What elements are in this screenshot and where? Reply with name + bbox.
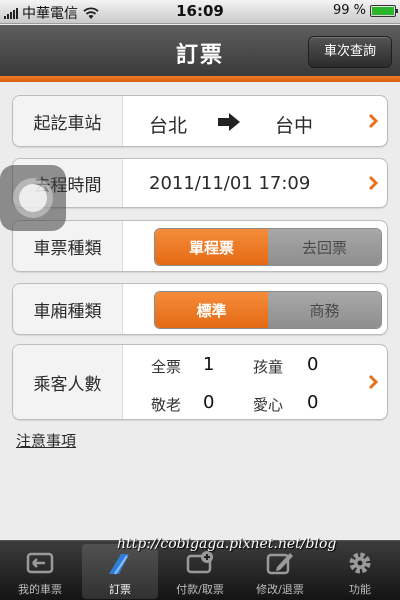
battery-icon <box>370 4 398 17</box>
ticket-type-segmented-control[interactable]: 單程票 去回票 <box>154 228 382 266</box>
chevron-right-icon <box>368 374 379 390</box>
schedule-query-button[interactable]: 車次查詢 <box>308 36 392 68</box>
origin-station: 台北 <box>149 115 188 137</box>
senior-label: 敬老 <box>151 396 182 414</box>
destination-station: 台中 <box>275 115 314 137</box>
one-way-option[interactable]: 單程票 <box>155 229 268 265</box>
adult-label: 全票 <box>151 358 182 376</box>
senior-count: 0 <box>203 392 215 413</box>
car-class-row: 車廂種類 標準 商務 <box>12 283 388 335</box>
ticket-type-row: 車票種類 單程票 去回票 <box>12 220 388 272</box>
battery-fill <box>372 6 394 15</box>
route-row[interactable]: 起訖車站 台北 台中 <box>12 95 388 147</box>
tab-label: 功能 <box>349 583 371 596</box>
status-bar: 中華電信 16:09 99 % <box>0 0 400 24</box>
watermark-text: http://cobigaga.pixnet.net/blog <box>117 536 337 552</box>
tab-label: 訂票 <box>109 583 131 596</box>
gear-icon <box>349 552 371 574</box>
disabled-label: 愛心 <box>253 396 284 414</box>
tab-payment[interactable]: 付款/取票 <box>162 544 238 599</box>
tab-booking[interactable]: 訂票 <box>82 544 158 599</box>
notes-link[interactable]: 注意事項 <box>16 430 76 451</box>
chevron-right-icon <box>368 175 379 191</box>
disabled-count: 0 <box>307 392 319 413</box>
round-trip-option[interactable]: 去回票 <box>268 229 381 265</box>
battery-percent: 99 % <box>332 3 366 18</box>
car-class-segmented-control[interactable]: 標準 商務 <box>154 291 382 329</box>
assistive-touch-button[interactable] <box>0 165 66 231</box>
adult-count: 1 <box>203 354 215 375</box>
passenger-row[interactable]: 乘客人數 全票 1 孩童 0 敬老 0 愛心 0 <box>12 344 388 420</box>
ticket-icon <box>26 552 54 574</box>
standard-class-option[interactable]: 標準 <box>155 292 268 328</box>
status-right: 99 % <box>332 3 398 18</box>
departure-row[interactable]: 去程時間 2011/11/01 17:09 <box>12 158 388 208</box>
route-label: 起訖車站 <box>13 96 123 146</box>
nav-bar: 訂票 車次查詢 <box>0 25 400 76</box>
tab-modify-refund[interactable]: 修改/退票 <box>242 544 318 599</box>
tab-my-tickets[interactable]: 我的車票 <box>2 544 78 599</box>
business-class-option[interactable]: 商務 <box>268 292 381 328</box>
tab-label: 修改/退票 <box>256 583 304 596</box>
departure-datetime: 2011/11/01 17:09 <box>149 173 311 194</box>
tab-functions[interactable]: 功能 <box>322 544 398 599</box>
assistive-ring-inner <box>19 184 47 212</box>
arrow-right-icon <box>218 113 240 131</box>
tab-label: 付款/取票 <box>176 583 224 596</box>
tab-label: 我的車票 <box>18 583 62 596</box>
accent-divider <box>0 76 400 82</box>
edit-icon <box>266 553 293 575</box>
child-label: 孩童 <box>253 358 284 376</box>
passenger-label: 乘客人數 <box>13 345 123 419</box>
train-icon <box>109 554 129 575</box>
chevron-right-icon <box>368 113 379 129</box>
payment-icon <box>186 551 213 574</box>
child-count: 0 <box>307 354 319 375</box>
car-class-label: 車廂種類 <box>13 284 123 334</box>
